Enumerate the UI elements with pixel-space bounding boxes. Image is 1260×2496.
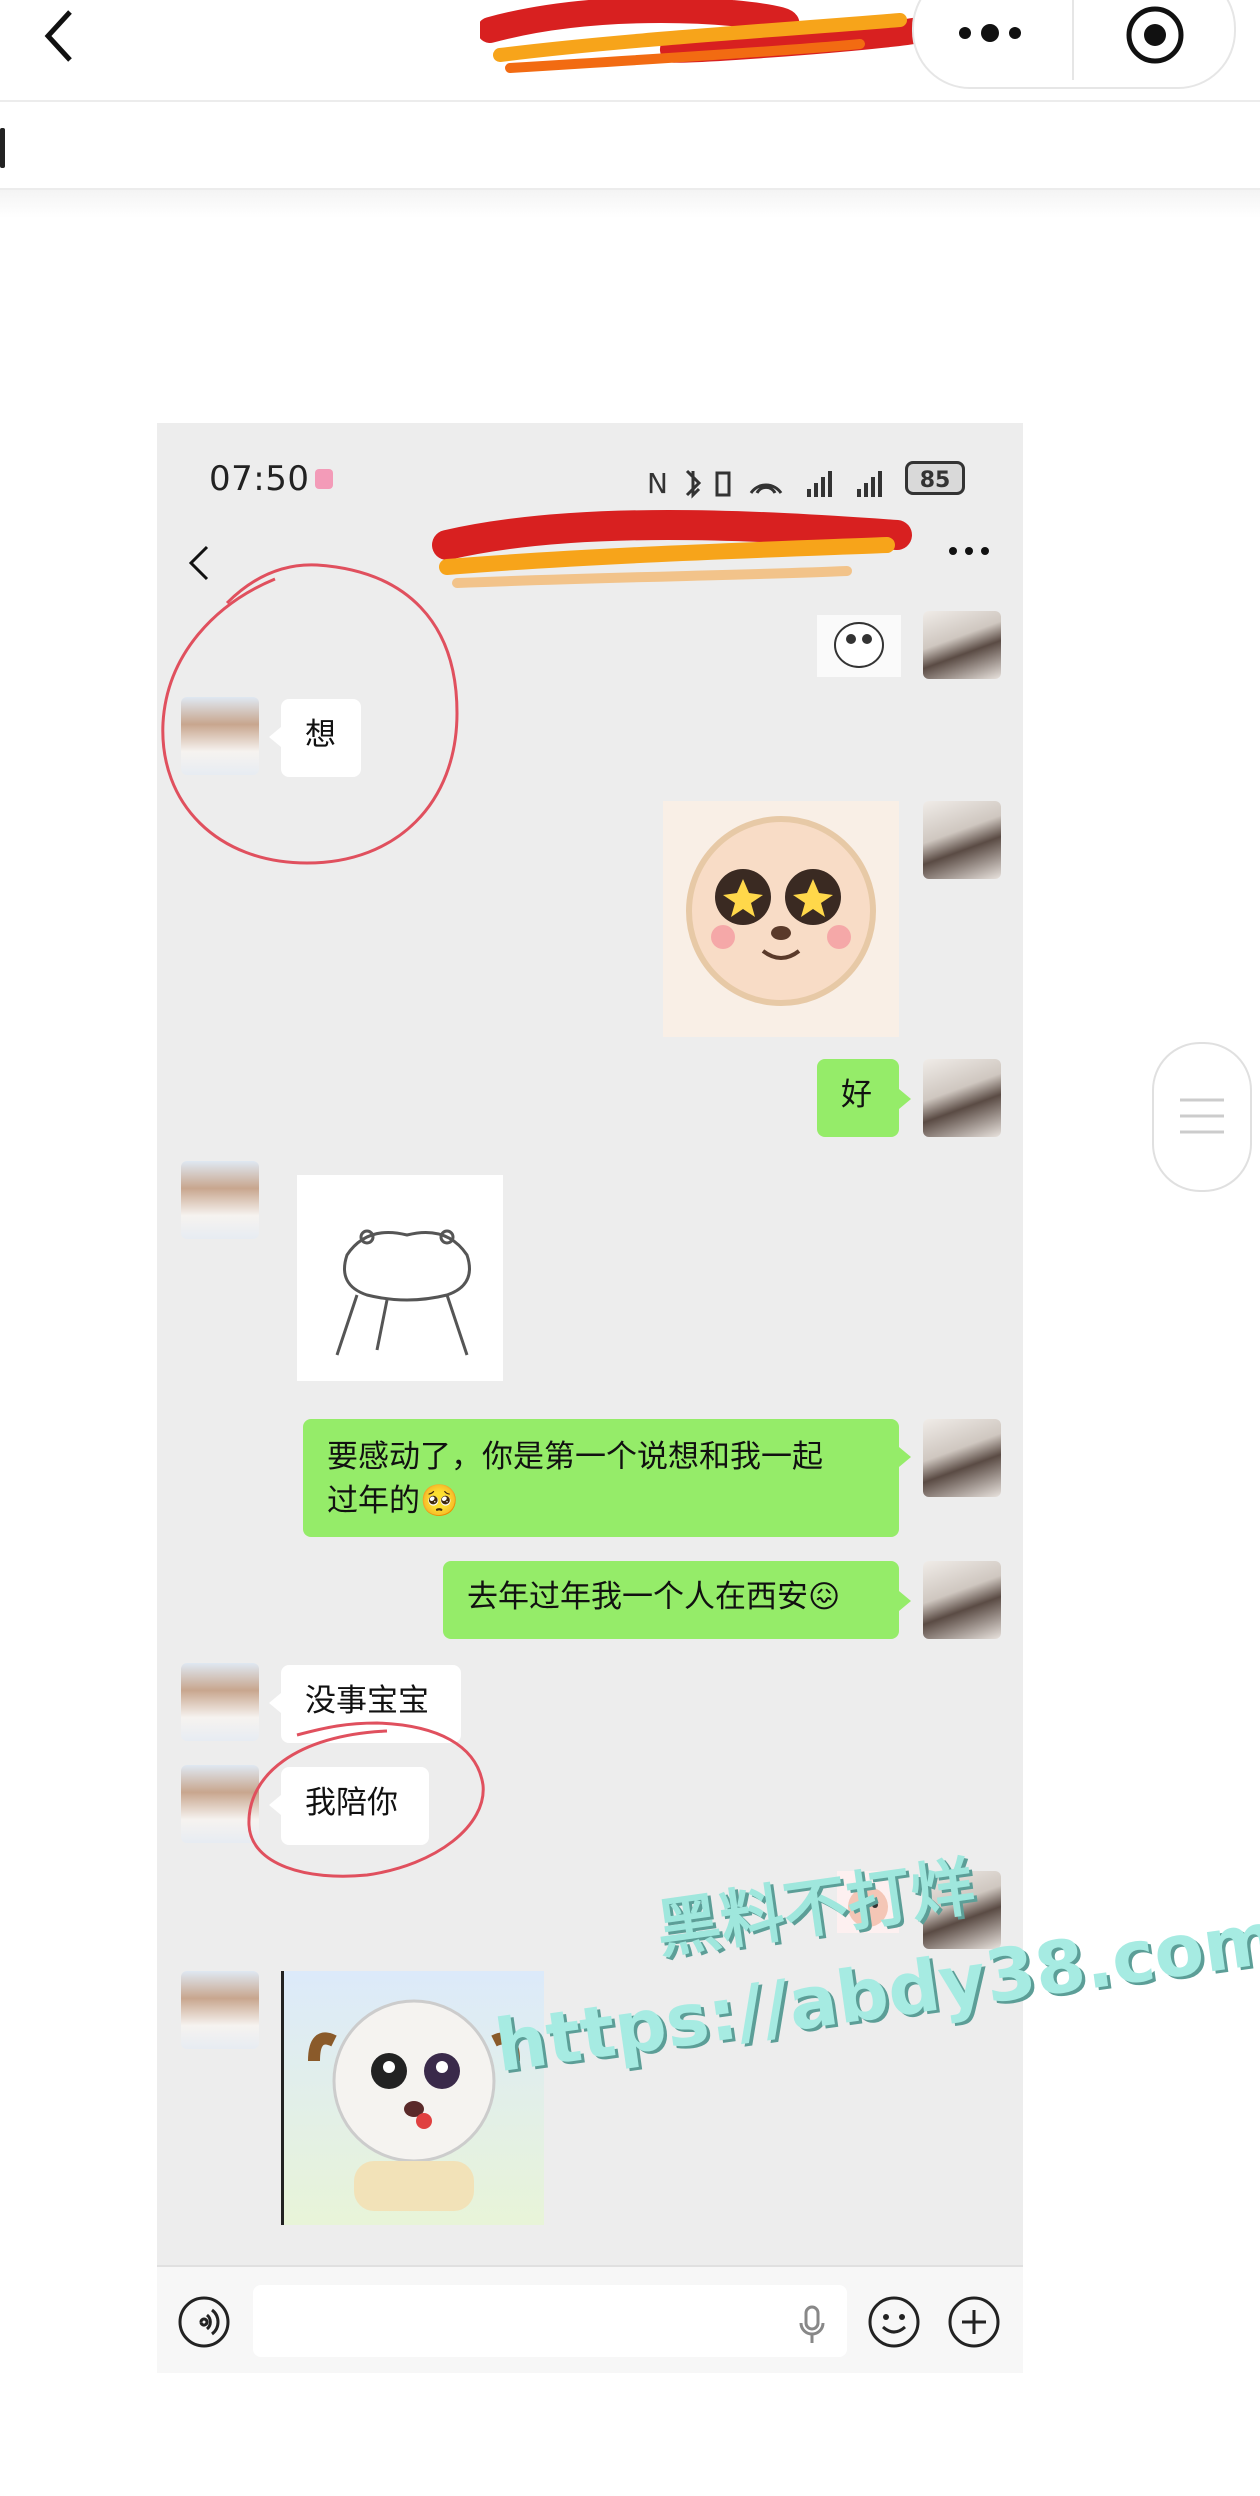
redacted-title-scribble xyxy=(480,0,933,73)
phone-more-icon[interactable] xyxy=(947,543,991,559)
bubble-tail xyxy=(899,1447,911,1467)
plus-icon[interactable] xyxy=(947,2295,1001,2349)
bubble-tail xyxy=(899,1591,911,1611)
avatar-me[interactable] xyxy=(923,1059,1001,1137)
toolbar-strip xyxy=(0,102,1260,190)
capsule-divider xyxy=(1072,0,1074,80)
avatar-other[interactable] xyxy=(181,1161,259,1239)
chat-screenshot: 07:50 N 85 想 好 要感动了，你是第一个说想和我一起 过年的🥺 去年过… xyxy=(157,423,1023,2373)
annotation-circle xyxy=(161,563,459,865)
emoji-icon[interactable] xyxy=(867,2295,921,2349)
sticker-image[interactable] xyxy=(297,1175,503,1381)
avatar-me[interactable] xyxy=(923,1561,1001,1639)
message-bubble[interactable]: 好 xyxy=(817,1059,899,1137)
message-line: 要感动了，你是第一个说想和我一起 xyxy=(327,1439,823,1475)
message-line: 过年的🥺 xyxy=(327,1483,459,1519)
avatar-me[interactable] xyxy=(923,801,1001,879)
avatar-me[interactable] xyxy=(923,611,1001,679)
status-time: 07:50 xyxy=(209,459,310,499)
input-bar xyxy=(157,2265,1023,2373)
back-icon[interactable] xyxy=(40,6,80,66)
avatar-me[interactable] xyxy=(923,1419,1001,1497)
message-bubble[interactable]: 要感动了，你是第一个说想和我一起 过年的🥺 xyxy=(303,1419,899,1537)
message-bubble[interactable]: 去年过年我一个人在西安😖 xyxy=(443,1561,899,1639)
floating-menu-button[interactable] xyxy=(1152,1042,1252,1192)
more-dots-icon[interactable] xyxy=(955,18,1025,48)
record-icon[interactable] xyxy=(1124,4,1186,66)
mic-icon[interactable] xyxy=(797,2305,827,2345)
notification-badge xyxy=(315,469,333,489)
toolbar-marker xyxy=(0,128,5,168)
sticker-image[interactable] xyxy=(663,801,899,1037)
annotation-circle xyxy=(247,1721,485,1878)
message-input[interactable] xyxy=(253,2285,847,2357)
bubble-tail xyxy=(269,1693,281,1713)
voice-icon[interactable] xyxy=(177,2295,231,2349)
battery-indicator: 85 xyxy=(905,461,965,495)
sticker-partial[interactable] xyxy=(817,615,901,677)
toolbar-shadow xyxy=(0,190,1260,218)
svg-text:N: N xyxy=(647,467,668,500)
menu-lines-icon xyxy=(1180,1098,1224,1134)
bubble-tail xyxy=(899,1089,911,1109)
avatar-other[interactable] xyxy=(181,1971,259,2049)
